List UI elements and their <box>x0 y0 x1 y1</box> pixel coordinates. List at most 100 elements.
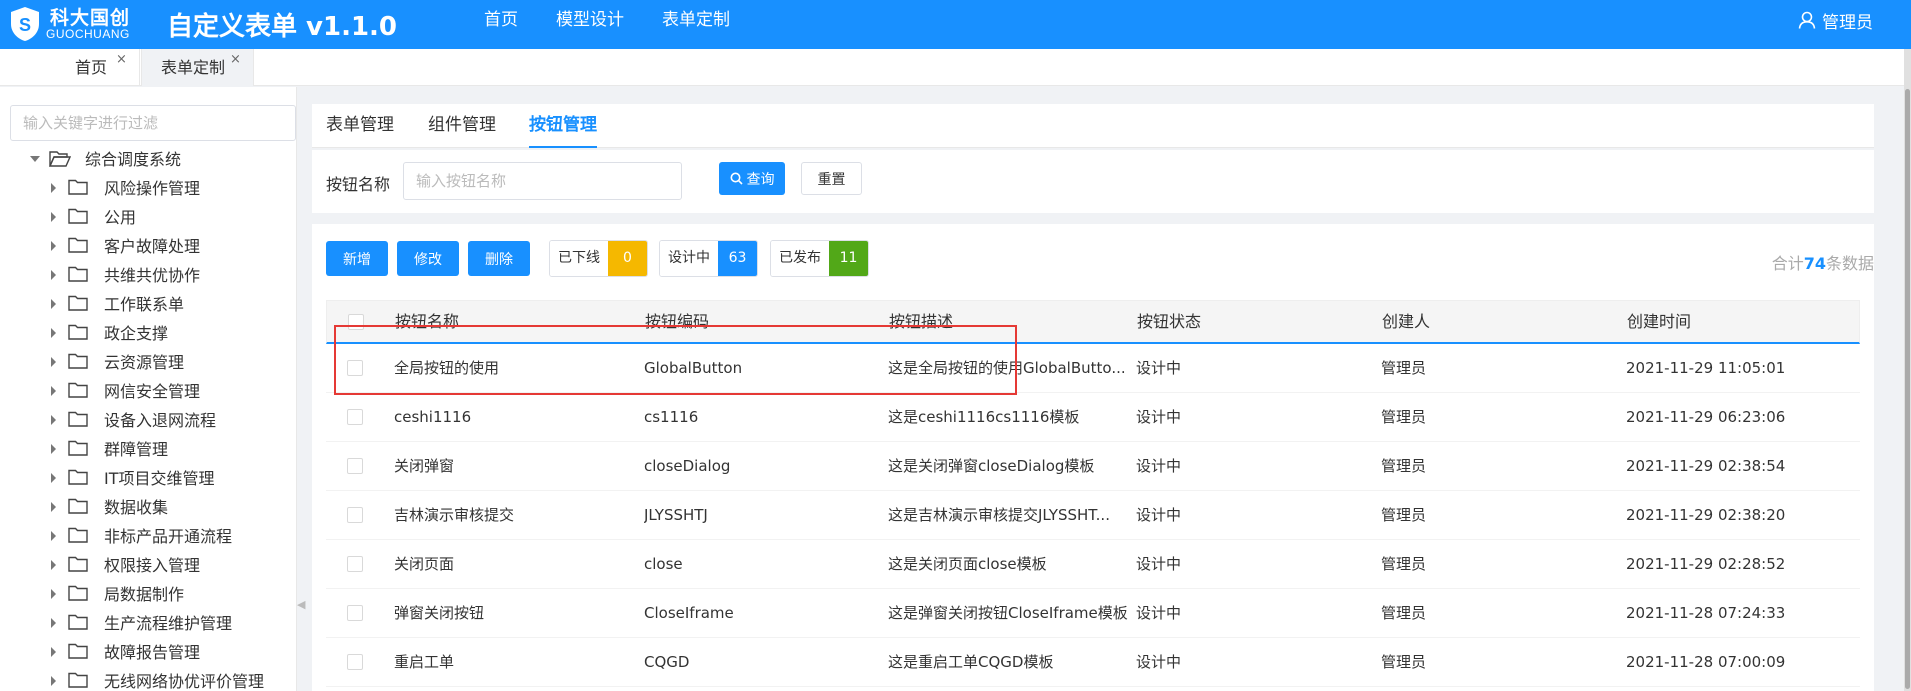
stat-offline[interactable]: 已下线 0 <box>549 240 648 277</box>
folder-icon <box>68 527 88 543</box>
tree-node[interactable]: 局数据制作 <box>0 580 296 609</box>
total-number: 74 <box>1803 254 1826 273</box>
tree-filter-input[interactable] <box>10 105 296 141</box>
caret-right-icon[interactable] <box>51 473 56 483</box>
button-name-input[interactable] <box>403 162 682 200</box>
caret-right-icon[interactable] <box>51 589 56 599</box>
app-title: 自定义表单 v1.1.0 <box>167 12 398 42</box>
cell-name: 弹窗关闭按钮 <box>394 604 485 622</box>
tree-node[interactable]: 工作联系单 <box>0 290 296 319</box>
row-checkbox[interactable] <box>347 507 363 523</box>
delete-button[interactable]: 删除 <box>468 241 530 276</box>
caret-right-icon[interactable] <box>51 270 56 280</box>
tree-node[interactable]: 数据收集 <box>0 493 296 522</box>
cell-description: 这是吉林演示审核提交JLYSSHT... <box>888 506 1110 524</box>
table-row[interactable]: 吉林演示审核提交 JLYSSHTJ 这是吉林演示审核提交JLYSSHT... 设计中 管… <box>326 491 1860 540</box>
row-checkbox[interactable] <box>347 556 363 572</box>
page-scrollbar[interactable] <box>1904 49 1911 691</box>
cell-description: 这是ceshi1116cs1116模板 <box>888 408 1080 426</box>
column-header[interactable]: 创建人 <box>1382 301 1582 343</box>
caret-right-icon[interactable] <box>51 415 56 425</box>
reset-button[interactable]: 重置 <box>801 162 862 195</box>
tree-node[interactable]: 政企支撑 <box>0 319 296 348</box>
tree-node[interactable]: 风险操作管理 <box>0 174 296 203</box>
total-count: 合计74条数据 <box>1772 250 1874 274</box>
caret-right-icon[interactable] <box>51 357 56 367</box>
stat-published[interactable]: 已发布 11 <box>770 240 869 277</box>
column-header[interactable]: 按钮编码 <box>645 301 875 343</box>
query-label: 查询 <box>746 171 775 188</box>
tab-component-manage[interactable]: 组件管理 <box>428 112 496 148</box>
column-header[interactable]: 按钮状态 <box>1137 301 1357 343</box>
tree-node[interactable]: 故障报告管理 <box>0 638 296 667</box>
caret-right-icon[interactable] <box>51 560 56 570</box>
tree-node[interactable]: 群障管理 <box>0 435 296 464</box>
nav-model-design[interactable]: 模型设计 <box>556 0 624 40</box>
tree-node[interactable]: 设备入退网流程 <box>0 406 296 435</box>
tree-node-label: IT项目交维管理 <box>104 469 215 488</box>
table-row[interactable]: ceshi1116 cs1116 这是ceshi1116cs1116模板 设计中 管理员… <box>326 393 1860 442</box>
tree-node[interactable]: IT项目交维管理 <box>0 464 296 493</box>
caret-right-icon[interactable] <box>51 676 56 686</box>
tree-node[interactable]: 客户故障处理 <box>0 232 296 261</box>
cell-description: 这是重启工单CQGD模板 <box>888 653 1054 671</box>
table-row[interactable]: 弹窗关闭按钮 CloseIframe 这是弹窗关闭按钮CloseIframe模板 设计… <box>326 589 1860 638</box>
table-row[interactable]: 重启工单 CQGD 这是重启工单CQGD模板 设计中 管理员 2021-11-28 07:… <box>326 638 1860 687</box>
table-row[interactable]: 关闭页面 close 这是关闭页面close模板 设计中 管理员 2021-11-29 0… <box>326 540 1860 589</box>
row-checkbox[interactable] <box>347 605 363 621</box>
cell-status: 设计中 <box>1136 457 1182 475</box>
category-tree: 综合调度系统 风险操作管理 公用 客户故障处理共维共优协作工作联系单 政企支撑 云资源管… <box>0 145 296 691</box>
caret-right-icon[interactable] <box>51 386 56 396</box>
row-checkbox[interactable] <box>347 360 363 376</box>
caret-right-icon[interactable] <box>51 183 56 193</box>
caret-down-icon[interactable] <box>30 156 40 162</box>
query-button[interactable]: 查询 <box>719 162 785 195</box>
row-checkbox[interactable] <box>347 654 363 670</box>
caret-right-icon[interactable] <box>51 212 56 222</box>
tree-node-label: 网信安全管理 <box>104 382 201 401</box>
caret-right-icon[interactable] <box>51 328 56 338</box>
tree-node[interactable]: 无线网络协优评价管理 <box>0 667 296 691</box>
column-header[interactable]: 按钮名称 <box>395 301 635 343</box>
caret-right-icon[interactable] <box>51 241 56 251</box>
tree-node[interactable]: 生产流程维护管理 <box>0 609 296 638</box>
caret-right-icon[interactable] <box>51 502 56 512</box>
user-menu[interactable]: 管理员 <box>1798 6 1873 34</box>
table-row[interactable]: 全局按钮的使用 GlobalButton 这是全局按钮的使用GlobalButto.… <box>326 344 1860 393</box>
page-tab-home[interactable]: 首页 × <box>0 49 140 86</box>
tree-node[interactable]: 权限接入管理 <box>0 551 296 580</box>
close-icon[interactable]: × <box>230 41 241 78</box>
tree-node[interactable]: 非标产品开通流程 <box>0 522 296 551</box>
select-all-checkbox[interactable] <box>348 314 364 330</box>
caret-right-icon[interactable] <box>51 618 56 628</box>
column-header[interactable]: 创建时间 <box>1627 301 1847 343</box>
sidebar-collapse-handle[interactable]: ◀ <box>297 597 305 613</box>
stat-designing[interactable]: 设计中 63 <box>659 240 758 277</box>
cell-name: 关闭页面 <box>394 555 455 573</box>
caret-right-icon[interactable] <box>51 444 56 454</box>
nav-form-custom[interactable]: 表单定制 <box>662 0 730 40</box>
caret-right-icon[interactable] <box>51 299 56 309</box>
cell-creator: 管理员 <box>1381 653 1427 671</box>
page-tab-form-custom[interactable]: 表单定制 × <box>141 49 254 86</box>
row-checkbox[interactable] <box>347 458 363 474</box>
close-icon[interactable]: × <box>116 41 127 78</box>
column-header[interactable]: 按钮描述 <box>889 301 1129 343</box>
edit-button[interactable]: 修改 <box>397 241 459 276</box>
row-checkbox[interactable] <box>347 409 363 425</box>
tree-node[interactable]: 公用 <box>0 203 296 232</box>
tree-node-label: 共维共优协作 <box>104 266 201 285</box>
tree-node-root[interactable]: 综合调度系统 <box>0 145 296 174</box>
nav-home[interactable]: 首页 <box>484 0 518 40</box>
tree-node[interactable]: 网信安全管理 <box>0 377 296 406</box>
caret-right-icon[interactable] <box>51 647 56 657</box>
tab-button-manage[interactable]: 按钮管理 <box>529 112 597 148</box>
table-row[interactable]: 关闭弹窗 closeDialog 这是关闭弹窗closeDialog模板 设计中 管理员… <box>326 442 1860 491</box>
scrollbar-thumb[interactable] <box>1905 89 1910 689</box>
tree-node[interactable]: 云资源管理 <box>0 348 296 377</box>
cell-status: 设计中 <box>1136 408 1182 426</box>
tree-node[interactable]: 共维共优协作 <box>0 261 296 290</box>
caret-right-icon[interactable] <box>51 531 56 541</box>
add-button[interactable]: 新增 <box>326 241 388 276</box>
tab-form-manage[interactable]: 表单管理 <box>326 112 394 148</box>
